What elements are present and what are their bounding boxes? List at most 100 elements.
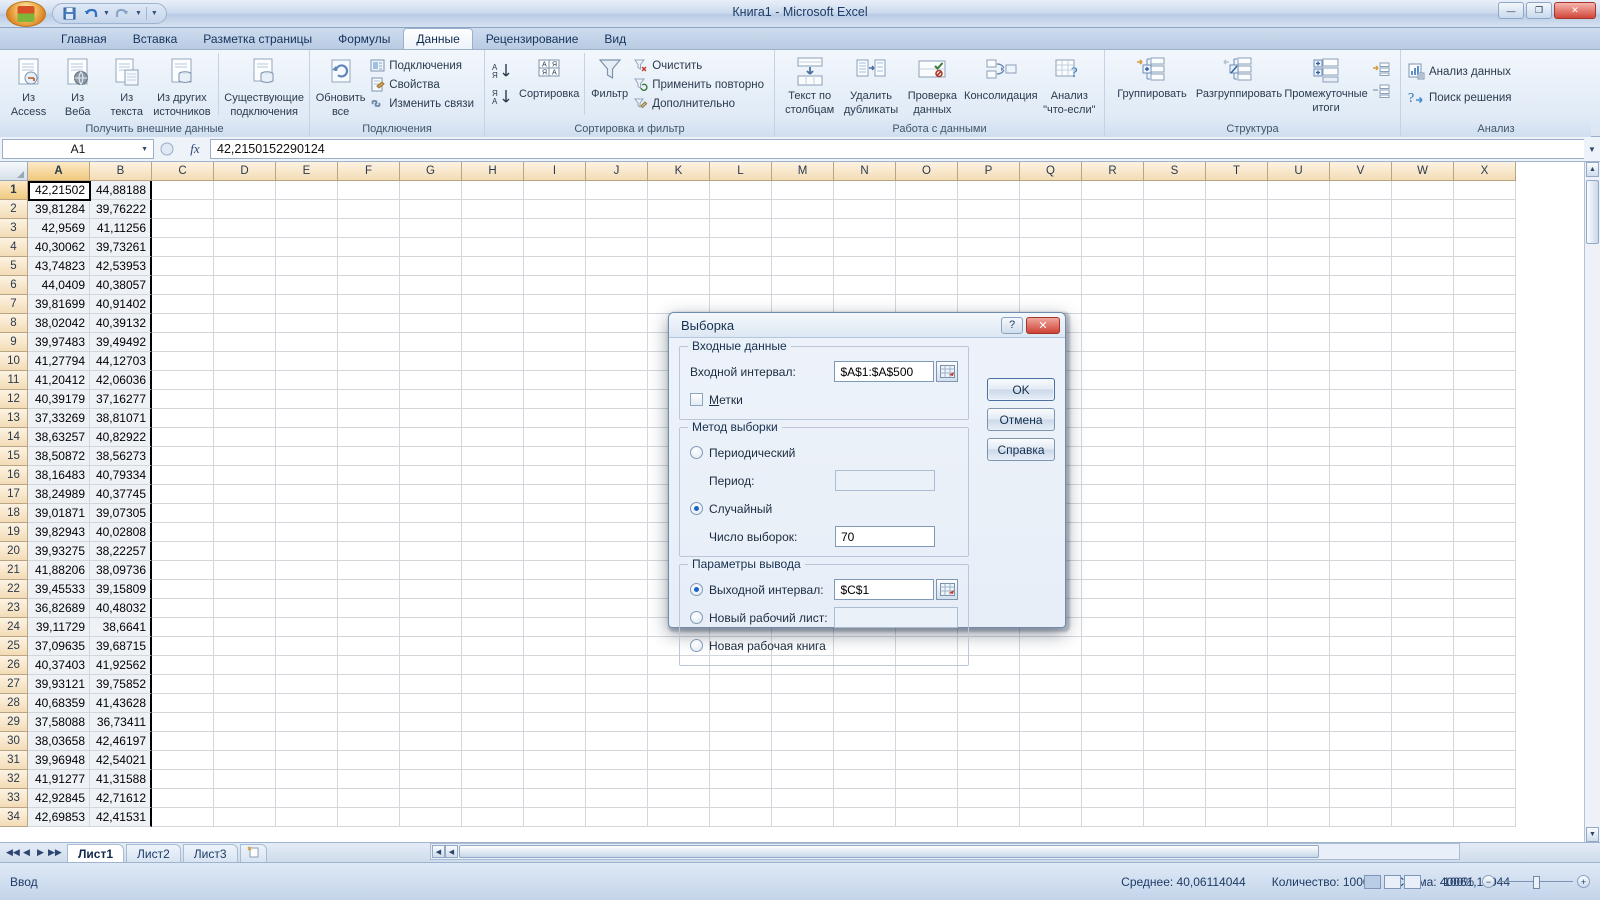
cell-S9[interactable]	[1144, 333, 1206, 352]
cell-V27[interactable]	[1330, 675, 1392, 694]
cell-L30[interactable]	[710, 732, 772, 751]
cell-H16[interactable]	[462, 466, 524, 485]
cell-R30[interactable]	[1082, 732, 1144, 751]
cell-G19[interactable]	[400, 523, 462, 542]
cell-G23[interactable]	[400, 599, 462, 618]
cell-F13[interactable]	[338, 409, 400, 428]
cell-F18[interactable]	[338, 504, 400, 523]
cell-D23[interactable]	[214, 599, 276, 618]
cell-X7[interactable]	[1454, 295, 1516, 314]
cell-J25[interactable]	[586, 637, 648, 656]
cell-N29[interactable]	[834, 713, 896, 732]
cell-H2[interactable]	[462, 200, 524, 219]
cell-U30[interactable]	[1268, 732, 1330, 751]
cell-T12[interactable]	[1206, 390, 1268, 409]
row-header-4[interactable]: 4	[0, 238, 28, 257]
cell-L29[interactable]	[710, 713, 772, 732]
cell-S27[interactable]	[1144, 675, 1206, 694]
cell-X33[interactable]	[1454, 789, 1516, 808]
cell-G1[interactable]	[400, 181, 462, 200]
cell-L4[interactable]	[710, 238, 772, 257]
cell-S32[interactable]	[1144, 770, 1206, 789]
dialog-help-action-button[interactable]: Справка	[987, 438, 1055, 461]
cell-T29[interactable]	[1206, 713, 1268, 732]
connections-button[interactable]: Подключения	[368, 57, 479, 74]
cell-M5[interactable]	[772, 257, 834, 276]
cell-V8[interactable]	[1330, 314, 1392, 333]
cell-A26[interactable]: 40,37403	[28, 656, 90, 675]
cell-T32[interactable]	[1206, 770, 1268, 789]
cell-B23[interactable]: 40,48032	[90, 599, 152, 618]
cell-V3[interactable]	[1330, 219, 1392, 238]
cell-V19[interactable]	[1330, 523, 1392, 542]
page-break-view-button[interactable]	[1404, 874, 1422, 889]
cell-R25[interactable]	[1082, 637, 1144, 656]
input-range-picker-icon[interactable]	[936, 361, 958, 382]
cell-G17[interactable]	[400, 485, 462, 504]
cell-V14[interactable]	[1330, 428, 1392, 447]
cell-B10[interactable]: 44,12703	[90, 352, 152, 371]
cell-E5[interactable]	[276, 257, 338, 276]
cell-I32[interactable]	[524, 770, 586, 789]
cell-S14[interactable]	[1144, 428, 1206, 447]
cell-I3[interactable]	[524, 219, 586, 238]
cell-A10[interactable]: 41,27794	[28, 352, 90, 371]
row-header-5[interactable]: 5	[0, 257, 28, 276]
cell-B31[interactable]: 42,54021	[90, 751, 152, 770]
from-text-button[interactable]: Из текста	[103, 53, 150, 118]
show-detail-button[interactable]	[1370, 61, 1395, 77]
cell-R1[interactable]	[1082, 181, 1144, 200]
cell-U24[interactable]	[1268, 618, 1330, 637]
cell-J16[interactable]	[586, 466, 648, 485]
cell-C5[interactable]	[152, 257, 214, 276]
column-header-F[interactable]: F	[338, 162, 400, 181]
cell-X26[interactable]	[1454, 656, 1516, 675]
cell-W2[interactable]	[1392, 200, 1454, 219]
cell-H12[interactable]	[462, 390, 524, 409]
column-header-W[interactable]: W	[1392, 162, 1454, 181]
column-header-R[interactable]: R	[1082, 162, 1144, 181]
cell-T33[interactable]	[1206, 789, 1268, 808]
cell-V17[interactable]	[1330, 485, 1392, 504]
cell-B5[interactable]: 42,53953	[90, 257, 152, 276]
cell-L31[interactable]	[710, 751, 772, 770]
from-web-button[interactable]: Из Веба	[54, 53, 101, 118]
cell-H3[interactable]	[462, 219, 524, 238]
cell-H29[interactable]	[462, 713, 524, 732]
sort-descending-button[interactable]: ЯА	[490, 87, 517, 107]
column-header-S[interactable]: S	[1144, 162, 1206, 181]
cell-D27[interactable]	[214, 675, 276, 694]
cell-D8[interactable]	[214, 314, 276, 333]
normal-view-button[interactable]	[1364, 874, 1382, 889]
cell-I7[interactable]	[524, 295, 586, 314]
cell-C28[interactable]	[152, 694, 214, 713]
cell-A28[interactable]: 40,68359	[28, 694, 90, 713]
cell-T30[interactable]	[1206, 732, 1268, 751]
text-to-columns-button[interactable]: Текст по столбцам	[780, 53, 839, 116]
cell-V4[interactable]	[1330, 238, 1392, 257]
cell-T4[interactable]	[1206, 238, 1268, 257]
cell-A24[interactable]: 39,11729	[28, 618, 90, 637]
cell-L5[interactable]	[710, 257, 772, 276]
row-header-25[interactable]: 25	[0, 637, 28, 656]
insert-function-icon[interactable]: fx	[180, 141, 210, 157]
cell-D20[interactable]	[214, 542, 276, 561]
cell-V6[interactable]	[1330, 276, 1392, 295]
cell-T17[interactable]	[1206, 485, 1268, 504]
cell-F25[interactable]	[338, 637, 400, 656]
cell-R20[interactable]	[1082, 542, 1144, 561]
cell-S15[interactable]	[1144, 447, 1206, 466]
cell-R17[interactable]	[1082, 485, 1144, 504]
cell-P3[interactable]	[958, 219, 1020, 238]
cell-E25[interactable]	[276, 637, 338, 656]
cell-H11[interactable]	[462, 371, 524, 390]
cell-D25[interactable]	[214, 637, 276, 656]
cell-U31[interactable]	[1268, 751, 1330, 770]
cell-X30[interactable]	[1454, 732, 1516, 751]
cell-N4[interactable]	[834, 238, 896, 257]
cell-G3[interactable]	[400, 219, 462, 238]
row-header-10[interactable]: 10	[0, 352, 28, 371]
cell-T15[interactable]	[1206, 447, 1268, 466]
cell-C30[interactable]	[152, 732, 214, 751]
cell-N5[interactable]	[834, 257, 896, 276]
